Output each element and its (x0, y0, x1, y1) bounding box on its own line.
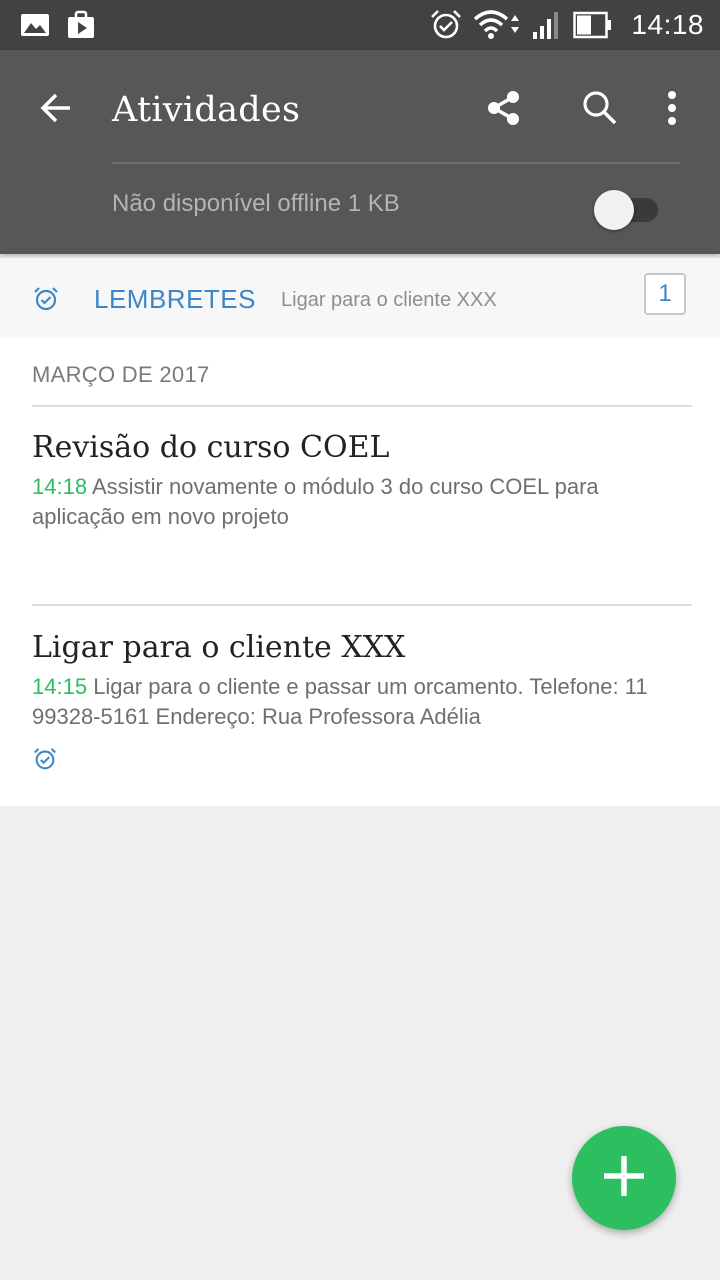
battery-icon (573, 11, 613, 39)
note-reminder-icon (32, 746, 58, 772)
status-bar: 14:18 (0, 0, 720, 50)
note-snippet: 14:18 Assistir novamente o módulo 3 do c… (32, 472, 672, 532)
reminders-count-badge[interactable]: 1 (644, 273, 686, 315)
search-button[interactable] (570, 80, 630, 140)
play-store-icon (66, 10, 96, 40)
back-button[interactable] (28, 82, 84, 138)
reminders-bar[interactable]: LEMBRETES Ligar para o cliente XXX (0, 258, 720, 338)
note-title: Ligar para o cliente XXX (32, 630, 406, 665)
share-icon (485, 89, 523, 132)
more-vert-icon (666, 90, 678, 131)
offline-toggle[interactable] (594, 190, 658, 230)
alarm-check-icon (32, 285, 60, 313)
alarm-icon (429, 8, 463, 42)
reminders-preview: Ligar para o cliente XXX (281, 289, 497, 311)
note-divider (32, 604, 692, 606)
note-item[interactable]: Revisão do curso COEL 14:18 Assistir nov… (32, 428, 672, 532)
status-time: 14:18 (631, 9, 704, 40)
status-system: 14:18 (429, 8, 704, 42)
more-options-button[interactable] (642, 80, 702, 140)
signal-icon (531, 10, 563, 40)
gallery-icon (20, 13, 50, 37)
note-list: MARÇO DE 2017 Revisão do curso COEL 14:1… (0, 338, 720, 806)
page-title: Atividades (112, 90, 301, 130)
status-notifications (20, 8, 96, 42)
note-snippet-text: Assistir novamente o módulo 3 do curso C… (32, 474, 599, 529)
add-note-button[interactable] (572, 1126, 676, 1230)
share-button[interactable] (474, 80, 534, 140)
section-divider (32, 405, 692, 407)
note-title: Revisão do curso COEL (32, 430, 390, 465)
arrow-left-icon (38, 90, 74, 131)
note-snippet: 14:15 Ligar para o cliente e passar um o… (32, 672, 672, 732)
note-time: 14:18 (32, 474, 88, 499)
plus-icon (600, 1152, 648, 1205)
section-header: MARÇO DE 2017 (32, 362, 210, 387)
offline-label: Não disponível offline 1 KB (112, 190, 400, 217)
note-snippet-text: Ligar para o cliente e passar um orcamen… (32, 674, 648, 729)
note-item[interactable]: Ligar para o cliente XXX 14:15 Ligar par… (32, 628, 672, 772)
search-icon (582, 90, 618, 131)
wifi-icon (473, 9, 521, 41)
reminders-label: LEMBRETES (94, 284, 256, 314)
note-time: 14:15 (32, 674, 88, 699)
app-bar-divider (112, 162, 680, 164)
app-bar: Atividades Não disponível offline 1 KB (0, 50, 720, 254)
toggle-thumb (594, 190, 634, 230)
